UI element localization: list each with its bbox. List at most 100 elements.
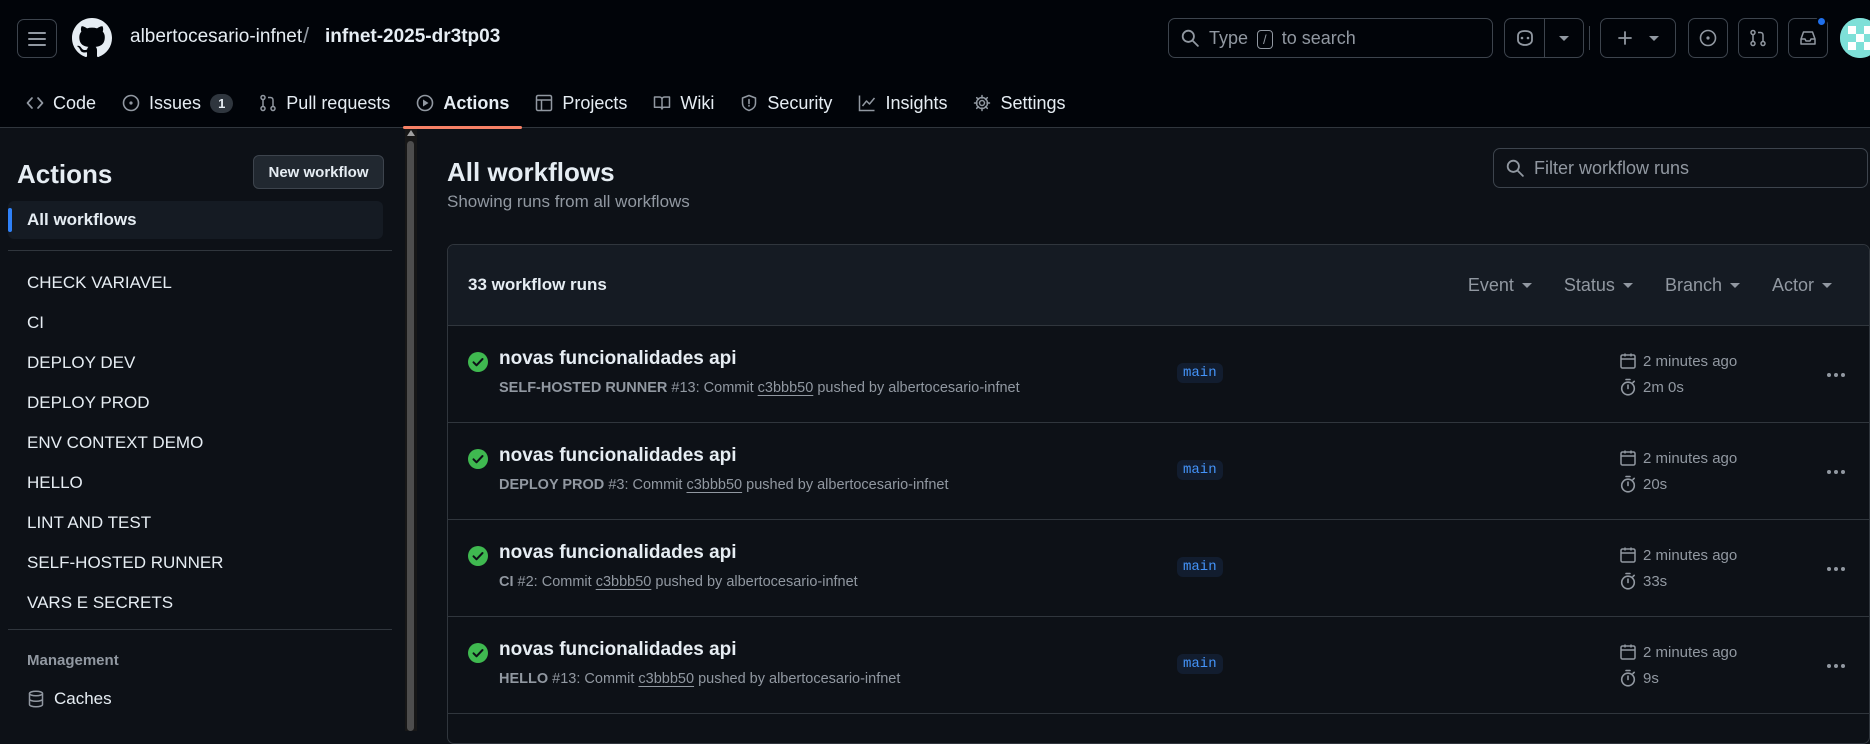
run-meta: CI #2: Commit c3bbb50 pushed by albertoc…: [499, 574, 858, 590]
sidebar-item-workflow[interactable]: CI: [27, 303, 223, 343]
run-duration-label: 2m 0s: [1643, 378, 1684, 396]
chevron-down-icon: [1521, 283, 1532, 288]
scroll-up-arrow-icon[interactable]: [407, 130, 415, 136]
pull-requests-button[interactable]: [1738, 18, 1778, 58]
check-circle-icon: [468, 546, 488, 566]
run-workflow-name: CI: [499, 574, 514, 590]
tab-label: Issues: [149, 92, 202, 113]
stopwatch-icon: [1620, 572, 1636, 590]
branch-badge[interactable]: main: [1177, 363, 1223, 383]
branch-filter[interactable]: Branch: [1665, 275, 1740, 296]
copilot-button[interactable]: [1504, 18, 1584, 58]
status-filter[interactable]: Status: [1564, 275, 1633, 296]
table-icon: [536, 94, 553, 112]
actions-sidebar: Actions New workflow All workflows CHECK…: [0, 129, 405, 731]
calendar-icon: [1620, 450, 1636, 466]
run-time: 2 minutes ago: [1619, 643, 1737, 661]
run-meta: SELF-HOSTED RUNNER #13: Commit c3bbb50 p…: [499, 380, 1020, 396]
tab-code[interactable]: Code: [0, 78, 109, 128]
actor-filter[interactable]: Actor: [1772, 275, 1832, 296]
tab-label: Code: [53, 92, 97, 113]
tab-pull-requests[interactable]: Pull requests: [246, 78, 403, 128]
tab-projects[interactable]: Projects: [522, 78, 640, 128]
sidebar-item-workflow[interactable]: LINT AND TEST: [27, 503, 223, 543]
issues-button[interactable]: [1688, 18, 1728, 58]
gear-icon: [974, 94, 991, 112]
kebab-menu-button[interactable]: [1818, 458, 1854, 486]
sidebar-item-workflow[interactable]: DEPLOY PROD: [27, 383, 223, 423]
runs-rows: novas funcionalidades api SELF-HOSTED RU…: [448, 326, 1869, 714]
pull-request-icon: [260, 94, 277, 112]
search-input[interactable]: Type / to search: [1168, 18, 1493, 58]
sidebar-item-workflow[interactable]: HELLO: [27, 463, 223, 503]
sidebar-item-workflow[interactable]: VARS E SECRETS: [27, 583, 223, 623]
tab-wiki[interactable]: Wiki: [640, 78, 727, 128]
tab-actions[interactable]: Actions: [403, 78, 523, 129]
kebab-menu-button[interactable]: [1818, 361, 1854, 389]
runs-list-header: 33 workflow runs Event Status Branch Act…: [448, 245, 1869, 326]
sidebar-item-workflow[interactable]: ENV CONTEXT DEMO: [27, 423, 223, 463]
workflow-list: CHECK VARIAVEL CI DEPLOY DEV DEPLOY PROD…: [27, 263, 223, 623]
run-number: #3: [608, 477, 625, 493]
new-workflow-button[interactable]: New workflow: [253, 155, 384, 189]
create-new-button[interactable]: [1600, 18, 1676, 58]
run-duration: 33s: [1619, 572, 1667, 590]
menu-button[interactable]: [17, 19, 57, 58]
table-row[interactable]: novas funcionalidades api SELF-HOSTED RU…: [448, 326, 1869, 423]
tab-insights[interactable]: Insights: [845, 78, 960, 128]
tab-settings[interactable]: Settings: [960, 78, 1078, 128]
breadcrumb-repo[interactable]: infnet-2025-dr3tp03: [325, 26, 500, 48]
sidebar-item-workflow[interactable]: DEPLOY DEV: [27, 343, 223, 383]
inbox-icon: [1800, 31, 1816, 45]
commit-sha-link[interactable]: c3bbb50: [758, 380, 814, 396]
run-duration: 9s: [1619, 669, 1659, 687]
hamburger-icon: [28, 31, 46, 46]
kebab-horizontal-icon: [1827, 567, 1845, 571]
sidebar-item-label: Caches: [54, 689, 112, 708]
run-workflow-name: HELLO: [499, 671, 549, 687]
run-title[interactable]: novas funcionalidades api: [499, 542, 737, 564]
sidebar-item-workflow[interactable]: CHECK VARIAVEL: [27, 263, 223, 303]
run-title[interactable]: novas funcionalidades api: [499, 445, 737, 467]
scrollbar-thumb[interactable]: [407, 141, 414, 731]
event-filter[interactable]: Event: [1468, 275, 1532, 296]
tab-issues[interactable]: Issues 1: [109, 78, 246, 128]
run-workflow-name: SELF-HOSTED RUNNER: [499, 380, 668, 396]
tab-security[interactable]: Security: [727, 78, 845, 128]
book-icon: [654, 96, 671, 110]
sidebar-item-caches[interactable]: Caches: [27, 689, 112, 709]
commit-sha-link[interactable]: c3bbb50: [686, 477, 742, 493]
chevron-down-icon: [1822, 283, 1832, 288]
run-time-label: 2 minutes ago: [1643, 546, 1738, 564]
table-row[interactable]: novas funcionalidades api DEPLOY PROD #3…: [448, 423, 1869, 520]
run-title[interactable]: novas funcionalidades api: [499, 348, 737, 370]
tab-label: Settings: [1000, 92, 1066, 113]
kebab-horizontal-icon: [1827, 664, 1845, 668]
calendar-icon: [1620, 353, 1636, 369]
kebab-menu-button[interactable]: [1818, 652, 1854, 680]
check-circle-icon: [468, 352, 488, 372]
table-row[interactable]: novas funcionalidades api HELLO #13: Com…: [448, 617, 1869, 714]
run-actor: pushed by albertocesario-infnet: [698, 671, 901, 687]
table-row[interactable]: novas funcionalidades api CI #2: Commit …: [448, 520, 1869, 617]
sidebar-item-all-workflows[interactable]: All workflows: [8, 201, 383, 239]
avatar[interactable]: [1840, 18, 1870, 58]
runs-filters: Event Status Branch Actor: [1436, 245, 1869, 326]
branch-badge[interactable]: main: [1177, 654, 1223, 674]
top-bar: albertocesario-infnet / infnet-2025-dr3t…: [0, 0, 1870, 76]
stopwatch-icon: [1620, 669, 1636, 687]
github-logo-icon[interactable]: [72, 18, 112, 58]
commit-sha-link[interactable]: c3bbb50: [638, 671, 694, 687]
kebab-menu-button[interactable]: [1818, 555, 1854, 583]
commit-sha-link[interactable]: c3bbb50: [596, 574, 652, 590]
filter-runs-input[interactable]: Filter workflow runs: [1493, 148, 1868, 188]
search-hint: Type / to search: [1209, 27, 1356, 49]
sidebar-item-workflow[interactable]: SELF-HOSTED RUNNER: [27, 543, 223, 583]
branch-badge[interactable]: main: [1177, 557, 1223, 577]
page-title: All workflows: [447, 157, 615, 187]
branch-badge[interactable]: main: [1177, 460, 1223, 480]
breadcrumb-owner[interactable]: albertocesario-infnet: [130, 26, 302, 48]
run-title[interactable]: novas funcionalidades api: [499, 639, 737, 661]
sidebar-scrollbar[interactable]: [405, 129, 417, 731]
management-heading: Management: [27, 652, 119, 669]
